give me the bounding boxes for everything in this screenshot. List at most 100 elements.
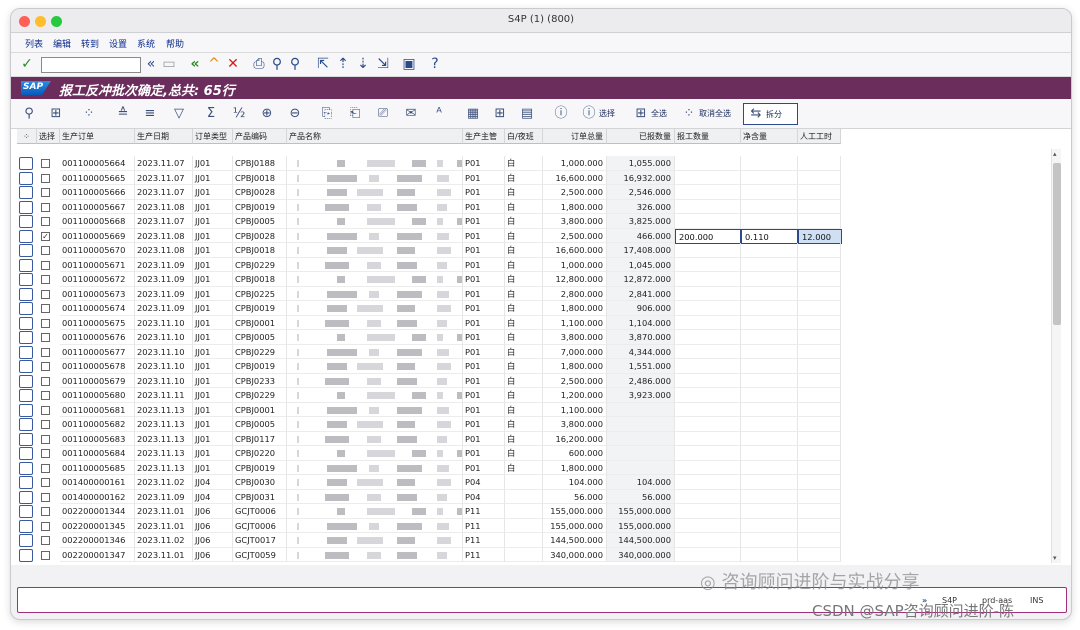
header-order[interactable]: 生产订单 bbox=[60, 129, 135, 144]
report-qty-input[interactable] bbox=[675, 388, 741, 403]
row-selector[interactable] bbox=[19, 258, 33, 272]
scroll-thumb[interactable] bbox=[1053, 163, 1061, 325]
labor-hours-input[interactable] bbox=[798, 170, 841, 185]
header-reported[interactable]: 已报数量 bbox=[607, 129, 675, 144]
labor-hours-input[interactable] bbox=[798, 547, 841, 562]
row-selector[interactable] bbox=[19, 244, 33, 257]
row-selector[interactable] bbox=[19, 447, 33, 460]
last-page-icon[interactable]: ⇲ bbox=[375, 56, 391, 72]
back-icon[interactable]: « bbox=[187, 56, 203, 72]
table-row[interactable]: 001100005677 2023.11.10 JJ01 CPBJ0229 P01 白 7,… bbox=[11, 344, 843, 359]
row-selector[interactable] bbox=[19, 418, 33, 431]
select-button[interactable]: 选择 bbox=[599, 108, 615, 119]
select-checkbox[interactable] bbox=[41, 304, 50, 313]
report-qty-input[interactable] bbox=[675, 199, 741, 214]
report-qty-input[interactable] bbox=[675, 547, 741, 562]
labor-hours-input[interactable] bbox=[798, 460, 841, 475]
labor-hours-input[interactable] bbox=[798, 301, 841, 316]
row-selector[interactable] bbox=[19, 316, 33, 330]
next-page-icon[interactable]: ⇣ bbox=[355, 56, 371, 72]
row-selector[interactable] bbox=[19, 360, 33, 373]
menu-goto[interactable]: 转到 bbox=[81, 37, 99, 50]
net-content-input[interactable] bbox=[741, 533, 798, 548]
report-qty-input[interactable] bbox=[675, 330, 741, 345]
select-checkbox[interactable] bbox=[41, 420, 50, 429]
header-report-qty[interactable]: 报工数量 bbox=[675, 129, 741, 144]
select-checkbox[interactable] bbox=[41, 289, 50, 299]
report-qty-input[interactable] bbox=[675, 301, 741, 316]
report-qty-input[interactable] bbox=[675, 489, 741, 504]
labor-hours-input[interactable] bbox=[798, 431, 841, 446]
menu-list[interactable]: 列表 bbox=[25, 37, 43, 50]
report-qty-input[interactable] bbox=[675, 344, 741, 359]
labor-hours-input[interactable] bbox=[798, 402, 841, 417]
header-type[interactable]: 订单类型 bbox=[193, 129, 233, 144]
report-qty-input[interactable] bbox=[675, 286, 741, 301]
report-qty-input[interactable] bbox=[675, 373, 741, 388]
select-checkbox[interactable] bbox=[41, 405, 50, 415]
details-icon[interactable]: ⚲ bbox=[21, 106, 37, 122]
net-content-input[interactable] bbox=[741, 388, 798, 403]
select-checkbox[interactable] bbox=[41, 246, 50, 255]
select-checkbox[interactable] bbox=[41, 449, 50, 458]
labor-hours-input[interactable] bbox=[798, 446, 841, 461]
net-content-input[interactable] bbox=[741, 475, 798, 490]
net-content-input[interactable] bbox=[741, 199, 798, 214]
net-content-input[interactable] bbox=[741, 518, 798, 533]
row-selector[interactable] bbox=[19, 215, 33, 228]
report-qty-input[interactable] bbox=[675, 214, 741, 229]
select-checkbox[interactable] bbox=[41, 362, 50, 371]
net-content-input[interactable] bbox=[741, 286, 798, 301]
labor-hours-input[interactable] bbox=[798, 417, 841, 432]
table-row[interactable]: 001100005681 2023.11.13 JJ01 CPBJ0001 P01 白 1,… bbox=[11, 402, 843, 417]
select-checkbox[interactable] bbox=[41, 173, 50, 183]
select-checkbox[interactable] bbox=[41, 376, 50, 386]
new-session-icon[interactable]: ▣ bbox=[401, 56, 417, 72]
cancel-icon[interactable]: ✕ bbox=[225, 56, 241, 72]
sort-descending-icon[interactable]: ≡ bbox=[142, 106, 158, 122]
net-content-input[interactable] bbox=[741, 301, 798, 316]
sort-ascending-icon[interactable]: ≙ bbox=[115, 106, 131, 122]
report-qty-input[interactable] bbox=[675, 185, 741, 200]
table-row[interactable]: 001100005665 2023.11.07 JJ01 CPBJ0018 P01 白 16… bbox=[11, 170, 843, 185]
labor-hours-input[interactable] bbox=[798, 199, 841, 214]
report-qty-input[interactable]: 200.000 bbox=[675, 228, 741, 244]
header-code[interactable]: 产品编码 bbox=[233, 129, 287, 144]
net-content-input[interactable] bbox=[741, 547, 798, 562]
row-selector[interactable] bbox=[19, 432, 33, 446]
net-content-input[interactable] bbox=[741, 431, 798, 446]
menu-system[interactable]: 系统 bbox=[137, 37, 155, 50]
row-selector[interactable] bbox=[19, 490, 33, 504]
select-checkbox[interactable] bbox=[41, 492, 50, 502]
table-row[interactable]: 001100005680 2023.11.11 JJ01 CPBJ0229 P01 白 1,… bbox=[11, 388, 843, 403]
table-row[interactable]: 002200001345 2023.11.01 JJ06 GCJT0006 P11 155… bbox=[11, 518, 843, 533]
table-row[interactable]: 001100005671 2023.11.09 JJ01 CPBJ0229 P01 白 1,… bbox=[11, 257, 843, 272]
labor-hours-input[interactable] bbox=[798, 373, 841, 388]
row-selector[interactable] bbox=[19, 229, 33, 243]
row-selector[interactable] bbox=[19, 273, 33, 286]
mail-icon[interactable]: ✉ bbox=[403, 106, 419, 122]
labor-hours-input[interactable] bbox=[798, 286, 841, 301]
table-row[interactable]: 001100005670 2023.11.08 JJ01 CPBJ0018 P01 白 16… bbox=[11, 243, 843, 258]
local-file-icon[interactable]: ⎗ bbox=[347, 106, 363, 122]
net-content-input[interactable] bbox=[741, 315, 798, 330]
table-row[interactable]: 001100005685 2023.11.13 JJ01 CPBJ0019 P01 白 1,… bbox=[11, 460, 843, 475]
scroll-up-icon[interactable]: ▴ bbox=[1053, 150, 1057, 158]
table-row[interactable]: 001100005674 2023.11.09 JJ01 CPBJ0019 P01 白 1,… bbox=[11, 301, 843, 316]
labor-hours-input[interactable]: 12.000 bbox=[798, 228, 842, 244]
report-qty-input[interactable] bbox=[675, 460, 741, 475]
vertical-scrollbar[interactable]: ▴ ▾ bbox=[1051, 149, 1061, 563]
row-selector[interactable] bbox=[19, 287, 33, 301]
report-qty-input[interactable] bbox=[675, 402, 741, 417]
table-row[interactable]: 001100005675 2023.11.10 JJ01 CPBJ0001 P01 白 1,… bbox=[11, 315, 843, 330]
header-select[interactable]: 选择 bbox=[37, 129, 60, 144]
report-qty-input[interactable] bbox=[675, 359, 741, 374]
net-content-input[interactable] bbox=[741, 185, 798, 200]
report-qty-input[interactable] bbox=[675, 475, 741, 490]
report-qty-input[interactable] bbox=[675, 533, 741, 548]
table-row[interactable]: 001100005673 2023.11.09 JJ01 CPBJ0225 P01 白 2,… bbox=[11, 286, 843, 301]
enter-check-icon[interactable]: ✓ bbox=[19, 56, 35, 72]
select-checkbox[interactable] bbox=[41, 463, 50, 473]
select-checkbox[interactable] bbox=[41, 347, 50, 357]
header-net[interactable]: 净含量 bbox=[741, 129, 798, 144]
